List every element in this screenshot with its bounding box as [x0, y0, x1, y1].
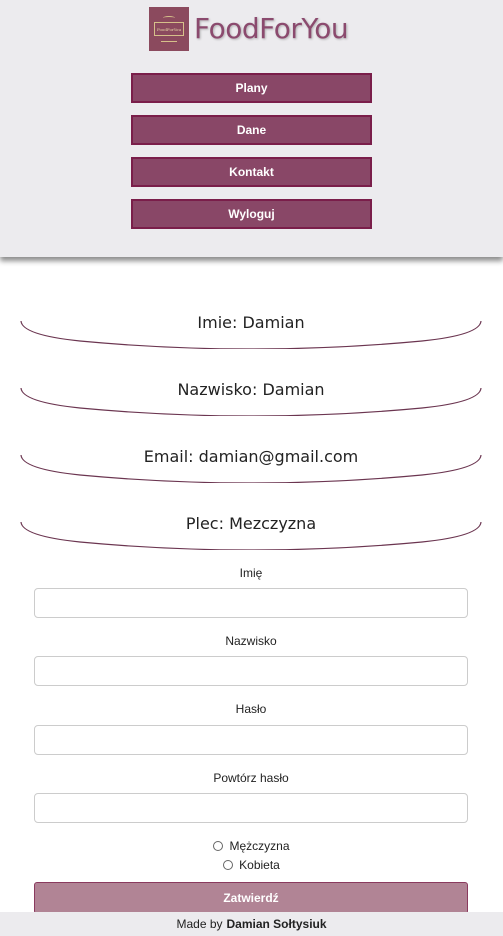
radio-option-male[interactable]: Mężczyzna — [0, 839, 503, 853]
info-email: Email: damian@gmail.com — [20, 447, 482, 483]
repeat-password-input[interactable] — [34, 793, 468, 823]
radio-option-female[interactable]: Kobieta — [0, 858, 503, 872]
first-name-input[interactable] — [34, 588, 468, 618]
curve-divider — [20, 521, 482, 550]
radio-label-female: Kobieta — [239, 858, 280, 872]
nav-button-dane[interactable]: Dane — [131, 115, 372, 145]
info-gender: Plec: Mezczyzna — [20, 514, 482, 550]
curve-divider — [20, 454, 482, 483]
curve-divider — [20, 320, 482, 349]
nav-button-kontakt[interactable]: Kontakt — [131, 157, 372, 187]
first-name-label: Imię — [239, 566, 263, 580]
last-name-label: Nazwisko — [225, 634, 277, 648]
brand[interactable]: FoodForYou FoodForYou — [149, 7, 349, 51]
radio-label-male: Mężczyzna — [229, 839, 290, 853]
password-input[interactable] — [34, 725, 468, 755]
footer-prefix: Made by — [176, 917, 223, 931]
footer: Made by Damian Sołtysiuk — [0, 912, 503, 936]
last-name-input[interactable] — [34, 656, 468, 686]
info-first-name: Imie: Damian — [20, 313, 482, 349]
header: FoodForYou FoodForYou Plany Dane Kontakt… — [0, 0, 503, 257]
password-label: Hasło — [235, 702, 267, 716]
brand-name: FoodForYou — [194, 12, 349, 45]
logo-icon: FoodForYou — [149, 7, 189, 51]
info-last-name: Nazwisko: Damian — [20, 380, 482, 416]
radio-button-female[interactable] — [223, 860, 234, 870]
submit-button[interactable]: Zatwierdź — [34, 882, 468, 914]
logo-text: FoodForYou — [156, 26, 182, 32]
radio-button-male[interactable] — [213, 841, 224, 851]
repeat-password-label: Powtórz hasło — [213, 771, 289, 785]
nav-button-plany[interactable]: Plany — [131, 73, 372, 103]
footer-author: Damian Sołtysiuk — [226, 917, 327, 931]
curve-divider — [20, 387, 482, 416]
nav-button-wyloguj[interactable]: Wyloguj — [131, 199, 372, 229]
